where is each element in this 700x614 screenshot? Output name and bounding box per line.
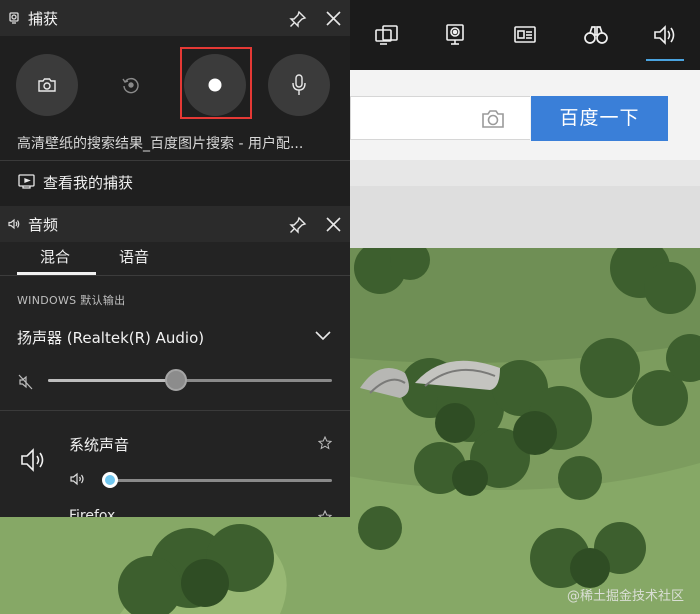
capture-icon[interactable] (442, 22, 468, 48)
performance-icon[interactable] (512, 22, 538, 48)
master-volume-slider[interactable] (48, 369, 332, 391)
close-icon[interactable] (325, 216, 342, 233)
screenshot-button[interactable] (16, 54, 78, 116)
capture-header: 捕获 (0, 0, 350, 36)
capture-target-info: 高清壁纸的搜索结果_百度图片搜索 - 用户配... (17, 136, 304, 152)
pin-icon[interactable] (289, 216, 307, 234)
divider (0, 275, 350, 276)
tab-voice[interactable]: 语音 (119, 246, 149, 267)
baidu-search-button[interactable]: 百度一下 (531, 96, 668, 141)
app-volume-icon[interactable] (70, 472, 86, 486)
master-volume-thumb[interactable] (164, 369, 187, 391)
speaker-small-icon (8, 218, 20, 230)
audio-icon[interactable] (652, 22, 678, 48)
tab-mix[interactable]: 混合 (40, 246, 70, 267)
system-sounds-volume-thumb[interactable] (102, 472, 118, 488)
mute-icon[interactable] (18, 374, 34, 390)
camera-icon (38, 78, 56, 92)
output-device-select[interactable]: 扬声器 (Realtek(R) Audio) (17, 327, 204, 348)
favorite-star-icon[interactable] (318, 510, 332, 517)
system-sounds-volume-slider[interactable] (102, 472, 332, 488)
show-all-captures-link[interactable]: 查看我的捕获 (43, 172, 133, 193)
looking-for-group-icon[interactable] (583, 22, 609, 48)
pin-icon[interactable] (289, 10, 307, 28)
microphone-button[interactable] (268, 54, 330, 116)
audio-header: 音频 (0, 206, 350, 242)
microphone-icon (292, 74, 306, 95)
audio-widget: 音频 混合 语音 WINDOWS 默认输出 扬声器 (Realtek(R) Au… (0, 206, 350, 517)
replay-icon (122, 77, 139, 94)
widget-icon[interactable] (374, 22, 400, 48)
camera-search-icon[interactable] (480, 107, 506, 131)
watermark: @稀土掘金技术社区 (566, 589, 684, 604)
app-name-firefox: Firefox (69, 508, 116, 517)
audio-title: 音频 (28, 216, 59, 234)
capture-title: 捕获 (28, 10, 59, 28)
capture-widget-icon (9, 12, 19, 24)
active-tab-indicator (646, 59, 684, 61)
app-name-system-sounds: 系统声音 (69, 436, 130, 454)
divider (0, 160, 350, 161)
record-highlight-frame (180, 47, 252, 119)
default-output-label: WINDOWS 默认输出 (17, 294, 126, 307)
close-icon[interactable] (325, 10, 342, 27)
system-sounds-icon (21, 448, 44, 472)
capture-widget: 捕获 高清壁纸的搜索结果_百度图片搜索 - 用户配... 查看我的捕获 (0, 0, 350, 206)
record-last-button[interactable] (100, 54, 162, 116)
divider (0, 410, 350, 411)
chevron-down-icon[interactable] (314, 330, 332, 342)
favorite-star-icon[interactable] (318, 436, 332, 450)
gallery-icon (18, 174, 35, 189)
master-volume-fill (48, 379, 176, 382)
